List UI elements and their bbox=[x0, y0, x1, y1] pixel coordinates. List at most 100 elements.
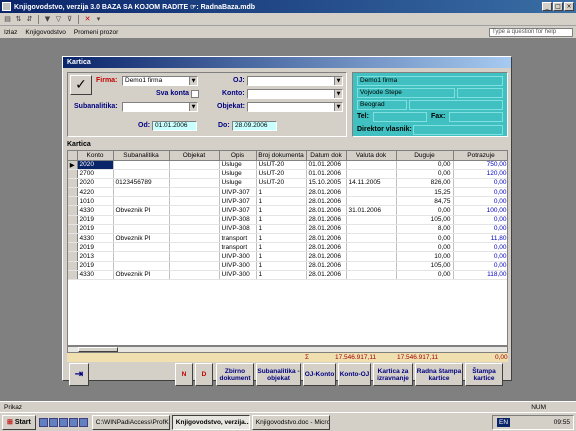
cell-objekat[interactable] bbox=[169, 215, 220, 225]
cell-opis[interactable]: Usluge bbox=[219, 160, 257, 170]
start-button[interactable]: ⊞ Start bbox=[2, 414, 36, 430]
cell-broj-dokumenta[interactable]: 1 bbox=[256, 215, 307, 225]
cell-broj-dokumenta[interactable]: 1 bbox=[256, 196, 307, 207]
cell-objekat[interactable] bbox=[169, 187, 220, 198]
cell-duguje[interactable]: 84,75 bbox=[396, 196, 454, 207]
cell-subanalitika[interactable]: Obveznik PI bbox=[113, 233, 170, 244]
cell-subanalitika[interactable] bbox=[113, 196, 170, 207]
cell-opis[interactable]: transport bbox=[219, 242, 257, 253]
cell-broj-dokumenta[interactable]: UsUT-20 bbox=[256, 178, 307, 189]
cell-datum-dok[interactable]: 28.01.2006 bbox=[306, 251, 347, 262]
table-row[interactable]: 4330 Obveznik PI transport 1 28.01.2006 0,00 1… bbox=[68, 233, 507, 244]
cell-duguje[interactable]: 15,25 bbox=[396, 187, 454, 198]
subanalitika-objekat-button[interactable]: Subanalitika -objekat bbox=[256, 363, 301, 386]
cell-potrazuje[interactable]: 0,00 bbox=[453, 242, 507, 253]
oj-combo[interactable]: ▼ bbox=[247, 76, 343, 86]
menu-promeni-prozor[interactable]: Promeni prozor bbox=[70, 29, 122, 36]
cell-subanalitika[interactable]: 0123456789 bbox=[113, 178, 170, 189]
cell-duguje[interactable]: 0,00 bbox=[396, 242, 454, 253]
cell-objekat[interactable] bbox=[169, 242, 220, 253]
subanalitika-combo[interactable]: ▼ bbox=[122, 102, 198, 112]
cell-potrazuje[interactable]: 750,00 bbox=[453, 160, 507, 170]
cell-potrazuje[interactable]: 0,00 bbox=[453, 251, 507, 262]
cell-broj-dokumenta[interactable]: 1 bbox=[256, 187, 307, 198]
table-row[interactable]: 4220 UIVP-307 1 28.01.2006 15,25 0,00 bbox=[68, 187, 507, 198]
cell-datum-dok[interactable]: 28.01.2006 bbox=[306, 233, 347, 244]
d-button[interactable]: D bbox=[195, 363, 213, 386]
cell-subanalitika[interactable] bbox=[113, 187, 170, 198]
cell-konto[interactable]: 2019 bbox=[77, 242, 114, 253]
cell-potrazuje[interactable]: 0,00 bbox=[453, 196, 507, 207]
cell-subanalitika[interactable]: Obveznik PI bbox=[113, 270, 170, 280]
cell-datum-dok[interactable]: 15.10.2005 bbox=[306, 178, 347, 189]
cell-objekat[interactable] bbox=[169, 261, 220, 271]
cell-opis[interactable]: UIVP-307 bbox=[219, 187, 257, 198]
od-date-input[interactable]: 01.01.2006 bbox=[152, 121, 197, 131]
cell-datum-dok[interactable]: 28.01.2006 bbox=[306, 261, 347, 271]
cell-potrazuje[interactable]: 100,00 bbox=[453, 205, 507, 216]
col-header-potrazuje[interactable]: Potrazuje bbox=[453, 151, 507, 161]
col-header-subanalitika[interactable]: Subanalitika bbox=[113, 151, 170, 161]
cell-opis[interactable]: UIVP-307 bbox=[219, 205, 257, 216]
do-date-input[interactable]: 28.09.2006 bbox=[232, 121, 277, 131]
cell-valuta-dok[interactable] bbox=[346, 160, 397, 170]
cell-objekat[interactable] bbox=[169, 205, 220, 216]
cell-datum-dok[interactable]: 28.01.2006 bbox=[306, 187, 347, 198]
cell-potrazuje[interactable]: 120,00 bbox=[453, 169, 507, 179]
cell-datum-dok[interactable]: 28.01.2006 bbox=[306, 242, 347, 253]
cell-objekat[interactable] bbox=[169, 169, 220, 179]
cell-datum-dok[interactable]: 28.01.2006 bbox=[306, 224, 347, 235]
radna-stampa-button[interactable]: Radna štampa kartice bbox=[415, 363, 463, 386]
cell-konto[interactable]: 2020 bbox=[77, 160, 114, 170]
cell-datum-dok[interactable]: 28.01.2006 bbox=[306, 270, 347, 280]
row-selector[interactable]: ▶ bbox=[68, 160, 78, 170]
cell-opis[interactable]: transport bbox=[219, 233, 257, 244]
cell-potrazuje[interactable]: 11,80 bbox=[453, 233, 507, 244]
col-header-opis[interactable]: Opis bbox=[219, 151, 257, 161]
chevron-down-icon[interactable]: ▼ bbox=[189, 77, 197, 85]
cell-potrazuje[interactable]: 0,00 bbox=[453, 187, 507, 198]
sva-konta-checkbox[interactable] bbox=[191, 90, 199, 98]
cell-valuta-dok[interactable] bbox=[346, 251, 397, 262]
quick-launch-icon[interactable] bbox=[48, 417, 58, 427]
cell-duguje[interactable]: 0,00 bbox=[396, 160, 454, 170]
sort-desc-icon[interactable]: ⇵ bbox=[25, 15, 34, 24]
row-selector[interactable] bbox=[68, 187, 78, 198]
chevron-down-icon[interactable]: ▼ bbox=[334, 90, 342, 98]
cell-duguje[interactable]: 0,00 bbox=[396, 270, 454, 280]
col-header-valuta-dok[interactable]: Valuta dok bbox=[346, 151, 397, 161]
col-header-konto[interactable]: Konto bbox=[77, 151, 114, 161]
print-icon[interactable]: ▤ bbox=[3, 15, 12, 24]
cell-datum-dok[interactable]: 01.01.2006 bbox=[306, 160, 347, 170]
chevron-down-icon[interactable]: ▼ bbox=[334, 103, 342, 111]
row-selector[interactable] bbox=[68, 261, 78, 271]
cell-subanalitika[interactable]: Obveznik PI bbox=[113, 205, 170, 216]
cell-duguje[interactable]: 10,00 bbox=[396, 251, 454, 262]
cell-broj-dokumenta[interactable]: UsUT-20 bbox=[256, 169, 307, 179]
quick-launch-icon[interactable] bbox=[78, 417, 88, 427]
objekat-combo[interactable]: ▼ bbox=[247, 102, 343, 112]
cell-broj-dokumenta[interactable]: 1 bbox=[256, 224, 307, 235]
cell-konto[interactable]: 2019 bbox=[77, 224, 114, 235]
row-selector[interactable] bbox=[68, 169, 78, 179]
maximize-button[interactable]: □ bbox=[553, 2, 563, 11]
stampa-kartice-button[interactable]: Štampa kartice bbox=[465, 363, 503, 386]
cell-broj-dokumenta[interactable]: 1 bbox=[256, 242, 307, 253]
cell-konto[interactable]: 2019 bbox=[77, 215, 114, 225]
cell-konto[interactable]: 2020 bbox=[77, 178, 114, 189]
table-row[interactable]: 2019 UIVP-308 1 28.01.2006 8,00 0,00 bbox=[68, 224, 507, 235]
cell-opis[interactable]: UIVP-308 bbox=[219, 224, 257, 235]
row-selector[interactable] bbox=[68, 205, 78, 216]
n-button[interactable]: N bbox=[175, 363, 193, 386]
cell-konto[interactable]: 4330 bbox=[77, 233, 114, 244]
task-access-folder[interactable]: C:\WINPadiAccess\ProfK... bbox=[91, 414, 170, 430]
cell-duguje[interactable]: 0,00 bbox=[396, 205, 454, 216]
row-selector[interactable] bbox=[68, 242, 78, 253]
cell-objekat[interactable] bbox=[169, 160, 220, 170]
cell-broj-dokumenta[interactable]: 1 bbox=[256, 270, 307, 280]
konto-oj-button[interactable]: Konto-OJ bbox=[338, 363, 371, 386]
menu-knjigovodstvo[interactable]: Knjigovodstvo bbox=[21, 29, 69, 36]
filter-remove-icon[interactable]: ⊽ bbox=[65, 15, 74, 24]
close-button[interactable]: × bbox=[564, 2, 574, 11]
cell-valuta-dok[interactable] bbox=[346, 261, 397, 271]
